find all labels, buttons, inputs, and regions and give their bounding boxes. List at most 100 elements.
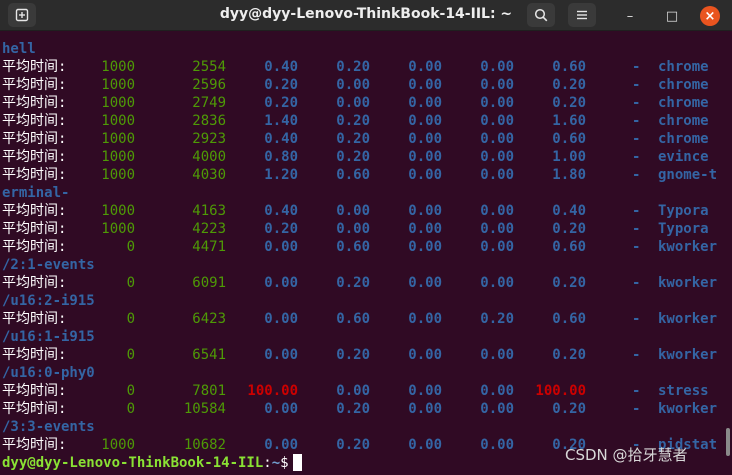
metric-value: 0.20 — [336, 131, 370, 147]
metric-value: 0.20 — [552, 275, 586, 291]
row-label: 平均时间: — [2, 203, 67, 219]
metric-value: 0.20 — [336, 149, 370, 165]
maximize-button[interactable]: □ — [662, 6, 682, 26]
metric-value: 0.60 — [552, 311, 586, 327]
row-label: 平均时间: — [2, 275, 67, 291]
uid-value: 0 — [126, 383, 135, 399]
command-name: chrome — [658, 59, 709, 75]
pid-value: 2836 — [192, 113, 226, 129]
cpu-dash: - — [632, 401, 641, 417]
metric-value: 0.20 — [336, 59, 370, 75]
row-label: 平均时间: — [2, 59, 67, 75]
metric-value: 0.00 — [408, 95, 442, 111]
table-row: 平均时间: 0 6541 0.00 0.20 0.00 0.00 0.20 - kworker — [0, 346, 732, 364]
terminal-output[interactable]: hell 平均时间: 1000 2554 0.40 0.20 0.00 0.00 0.60 - ch… — [0, 39, 732, 475]
cpu-dash: - — [632, 113, 641, 129]
metric-value: 0.20 — [552, 221, 586, 237]
metric-value: 0.00 — [480, 59, 514, 75]
metric-value: 1.20 — [264, 167, 298, 183]
metric-value: 0.00 — [408, 437, 442, 453]
row-label: 平均时间: — [2, 167, 67, 183]
metric-value: 0.00 — [480, 383, 514, 399]
metric-value: 0.40 — [264, 59, 298, 75]
table-row: 平均时间: 0 7801 100.00 0.00 0.00 0.00 100.00 - stres… — [0, 382, 732, 400]
wrapped-text: erminal- — [2, 185, 70, 201]
wrapped-text: /u16:1-i915 — [2, 329, 95, 345]
metric-value: 1.60 — [552, 113, 586, 129]
menu-button[interactable] — [568, 3, 596, 27]
wrapped-text: /2:1-events — [2, 257, 95, 273]
metric-value: 0.00 — [480, 167, 514, 183]
metric-value: 0.00 — [336, 95, 370, 111]
command-name: kworker — [658, 347, 718, 363]
wrapped-line: /u16:2-i915 — [0, 292, 732, 310]
pid-value: 10682 — [183, 437, 226, 453]
wrapped-line: /u16:0-phy0 — [0, 364, 732, 382]
command-name: chrome — [658, 77, 709, 93]
row-label: 平均时间: — [2, 347, 67, 363]
pid-value: 7801 — [192, 383, 226, 399]
metric-value: 0.00 — [408, 113, 442, 129]
metric-value: 0.00 — [408, 77, 442, 93]
metric-value: 0.20 — [480, 311, 514, 327]
pid-value: 6091 — [192, 275, 226, 291]
metric-value: 0.00 — [264, 275, 298, 291]
metric-value: 0.20 — [336, 437, 370, 453]
metric-value: 0.00 — [408, 131, 442, 147]
cpu-dash: - — [632, 149, 641, 165]
metric-value: 0.00 — [408, 221, 442, 237]
minimize-button[interactable]: – — [620, 6, 640, 26]
metric-value: 0.20 — [552, 401, 586, 417]
pid-value: 4471 — [192, 239, 226, 255]
metric-value: 0.00 — [336, 203, 370, 219]
row-label: 平均时间: — [2, 77, 67, 93]
command-name: stress — [658, 383, 709, 399]
cpu-dash: - — [632, 203, 641, 219]
scrollbar-thumb[interactable] — [726, 428, 730, 456]
metric-value: 0.20 — [552, 347, 586, 363]
row-label: 平均时间: — [2, 437, 67, 453]
search-button[interactable] — [527, 3, 555, 27]
metric-value: 0.00 — [408, 383, 442, 399]
metric-value: 0.00 — [408, 401, 442, 417]
uid-value: 1000 — [101, 149, 135, 165]
metric-value: 0.00 — [408, 311, 442, 327]
command-name: Typora — [658, 221, 709, 237]
uid-value: 0 — [126, 275, 135, 291]
metric-value: 1.00 — [552, 149, 586, 165]
metric-value: 0.00 — [264, 239, 298, 255]
cpu-dash: - — [632, 221, 641, 237]
cpu-dash: - — [632, 383, 641, 399]
uid-value: 0 — [126, 239, 135, 255]
metric-value: 0.20 — [264, 95, 298, 111]
cpu-dash: - — [632, 77, 641, 93]
metric-value: 0.20 — [336, 401, 370, 417]
metric-value: 100.00 — [535, 383, 586, 399]
metric-value: 0.00 — [480, 347, 514, 363]
row-label: 平均时间: — [2, 401, 67, 417]
metric-value: 0.00 — [480, 401, 514, 417]
table-row: 平均时间: 0 10584 0.00 0.20 0.00 0.00 0.20 - kworker — [0, 400, 732, 418]
uid-value: 0 — [126, 347, 135, 363]
wrapped-line: /2:1-events — [0, 256, 732, 274]
metric-value: 100.00 — [247, 383, 298, 399]
command-name: chrome — [658, 131, 709, 147]
wrapped-line: hell — [0, 40, 732, 58]
metric-value: 0.00 — [480, 275, 514, 291]
cpu-dash: - — [632, 239, 641, 255]
table-row: 平均时间: 1000 2554 0.40 0.20 0.00 0.00 0.60 - chrome — [0, 58, 732, 76]
row-label: 平均时间: — [2, 383, 67, 399]
table-row: 平均时间: 1000 4163 0.40 0.00 0.00 0.00 0.40 - Typora — [0, 202, 732, 220]
table-row: 平均时间: 0 4471 0.00 0.60 0.00 0.00 0.60 - kworker — [0, 238, 732, 256]
uid-value: 0 — [126, 311, 135, 327]
command-name: gnome-t — [658, 167, 718, 183]
hamburger-menu-icon — [577, 10, 587, 20]
uid-value: 1000 — [101, 131, 135, 147]
table-row: 平均时间: 1000 2923 0.40 0.20 0.00 0.00 0.60 - chrome — [0, 130, 732, 148]
cpu-dash: - — [632, 347, 641, 363]
close-button[interactable]: × — [700, 6, 720, 26]
metric-value: 0.60 — [552, 59, 586, 75]
metric-value: 0.00 — [480, 221, 514, 237]
uid-value: 1000 — [101, 113, 135, 129]
table-row: 平均时间: 1000 2836 1.40 0.20 0.00 0.00 1.60 - chrome — [0, 112, 732, 130]
